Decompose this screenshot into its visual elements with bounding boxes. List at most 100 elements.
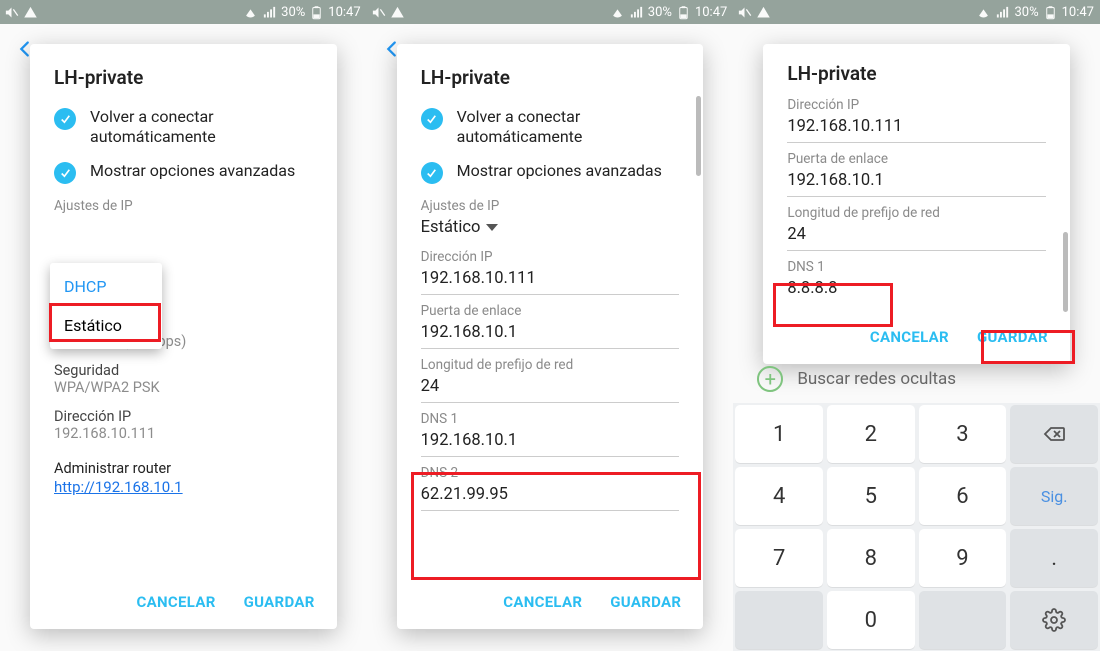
dialog-title: LH-private	[421, 66, 680, 89]
key-1[interactable]: 1	[735, 405, 823, 463]
key-settings[interactable]	[1010, 591, 1098, 649]
cancel-button[interactable]: CANCELAR	[137, 593, 216, 611]
screen-3: 30% 10:47 LH-private Dirección IP 192.16…	[733, 0, 1100, 651]
backspace-icon	[1042, 422, 1066, 446]
clock-text: 10:47	[1062, 5, 1094, 20]
key-6[interactable]: 6	[919, 467, 1007, 525]
ip-address-input[interactable]: 192.168.10.111	[787, 113, 1046, 143]
dns2-label: DNS 2	[421, 465, 680, 481]
dialog-title: LH-private	[54, 66, 313, 89]
wifi-dialog: LH-private Volver a conectar automáticam…	[397, 44, 704, 629]
cancel-button[interactable]: CANCELAR	[503, 593, 582, 611]
warning-icon	[390, 5, 405, 20]
security-value: WPA/WPA2 PSK	[54, 379, 313, 396]
screen-1: 30% 10:47 LH-private Volver a conectar a…	[0, 0, 367, 651]
check-icon	[421, 108, 443, 130]
save-button[interactable]: GUARDAR	[977, 328, 1048, 346]
auto-reconnect-row[interactable]: Volver a conectar automáticamente	[421, 107, 680, 147]
key-backspace[interactable]	[1010, 405, 1098, 463]
ip-settings-label: Ajustes de IP	[421, 198, 680, 214]
ip-label: Dirección IP	[54, 408, 313, 425]
battery-icon	[309, 5, 324, 20]
signal-icon	[629, 5, 644, 20]
key-8[interactable]: 8	[827, 529, 915, 587]
wifi-icon	[243, 5, 258, 20]
gear-icon	[1042, 608, 1066, 632]
clock-text: 10:47	[328, 5, 360, 20]
dns1-input[interactable]: 8.8.8.8	[787, 275, 1046, 304]
prefix-label: Longitud de prefijo de red	[787, 205, 1046, 221]
key-dot[interactable]: .	[1010, 529, 1098, 587]
save-button[interactable]: GUARDAR	[610, 593, 681, 611]
gateway-input[interactable]: 192.168.10.1	[421, 319, 680, 349]
key-7[interactable]: 7	[735, 529, 823, 587]
gateway-label: Puerta de enlace	[787, 151, 1046, 167]
cancel-button[interactable]: CANCELAR	[870, 328, 949, 346]
clock-text: 10:47	[695, 5, 727, 20]
gateway-label: Puerta de enlace	[421, 303, 680, 319]
security-label: Seguridad	[54, 362, 313, 379]
ip-address-input[interactable]: 192.168.10.111	[421, 265, 680, 295]
dns1-input[interactable]: 192.168.10.1	[421, 427, 680, 457]
wifi-icon	[976, 5, 991, 20]
prefix-input[interactable]: 24	[787, 221, 1046, 251]
dns1-label: DNS 1	[421, 411, 680, 427]
signal-icon	[262, 5, 277, 20]
status-bar: 30% 10:47	[733, 0, 1100, 24]
ip-settings-value: Estático	[421, 218, 481, 237]
auto-reconnect-row[interactable]: Volver a conectar automáticamente	[54, 107, 313, 147]
advanced-options-row[interactable]: Mostrar opciones avanzadas	[421, 161, 680, 184]
advanced-options-row[interactable]: Mostrar opciones avanzadas	[54, 161, 313, 184]
search-hidden-networks[interactable]: + Buscar redes ocultas	[757, 359, 1076, 399]
battery-text: 30%	[281, 5, 305, 20]
battery-icon	[676, 5, 691, 20]
check-icon	[54, 108, 76, 130]
ip-address-label: Dirección IP	[787, 97, 1046, 113]
search-hidden-label: Buscar redes ocultas	[797, 369, 956, 389]
key-blank-left[interactable]	[735, 591, 823, 649]
dialog-title: LH-private	[787, 62, 1046, 85]
key-2[interactable]: 2	[827, 405, 915, 463]
ip-settings-label: Ajustes de IP	[54, 198, 313, 214]
scroll-indicator[interactable]	[1063, 232, 1068, 312]
key-0[interactable]: 0	[827, 591, 915, 649]
advanced-options-label: Mostrar opciones avanzadas	[457, 161, 662, 181]
mute-icon	[737, 5, 752, 20]
dns1-label: DNS 1	[787, 259, 1046, 275]
battery-text: 30%	[1014, 5, 1038, 20]
key-9[interactable]: 9	[919, 529, 1007, 587]
save-button[interactable]: GUARDAR	[244, 593, 315, 611]
warning-icon	[23, 5, 38, 20]
auto-reconnect-label: Volver a conectar automáticamente	[90, 107, 313, 147]
battery-text: 30%	[648, 5, 672, 20]
wifi-dialog: LH-private Dirección IP 192.168.10.111 P…	[763, 44, 1070, 364]
key-3[interactable]: 3	[919, 405, 1007, 463]
menu-item-static[interactable]: Estático	[50, 306, 162, 345]
key-4[interactable]: 4	[735, 467, 823, 525]
screen-2: 30% 10:47 LH-private Volver a conectar a…	[367, 0, 734, 651]
ip-settings-select[interactable]: Estático	[421, 214, 680, 243]
status-bar: 30% 10:47	[0, 0, 367, 24]
chevron-down-icon	[486, 224, 498, 231]
ip-settings-menu: DHCP Estático	[50, 263, 162, 349]
check-icon	[421, 162, 443, 184]
plus-icon: +	[757, 366, 783, 392]
menu-item-dhcp[interactable]: DHCP	[50, 267, 162, 306]
advanced-options-label: Mostrar opciones avanzadas	[90, 161, 295, 181]
ip-value: 192.168.10.111	[54, 425, 313, 442]
dns2-input[interactable]: 62.21.99.95	[421, 481, 680, 511]
gateway-input[interactable]: 192.168.10.1	[787, 167, 1046, 197]
scroll-indicator[interactable]	[696, 96, 701, 176]
router-label: Administrar router	[54, 460, 313, 477]
router-link[interactable]: http://192.168.10.1	[54, 478, 183, 496]
key-blank-right[interactable]	[919, 591, 1007, 649]
key-5[interactable]: 5	[827, 467, 915, 525]
wifi-icon	[610, 5, 625, 20]
numeric-keyboard: 1 2 3 4 5 6 Sig. 7 8 9 . 0	[733, 403, 1100, 651]
check-icon	[54, 162, 76, 184]
battery-icon	[1043, 5, 1058, 20]
prefix-label: Longitud de prefijo de red	[421, 357, 680, 373]
prefix-input[interactable]: 24	[421, 373, 680, 403]
status-bar: 30% 10:47	[367, 0, 734, 24]
key-next[interactable]: Sig.	[1010, 467, 1098, 525]
